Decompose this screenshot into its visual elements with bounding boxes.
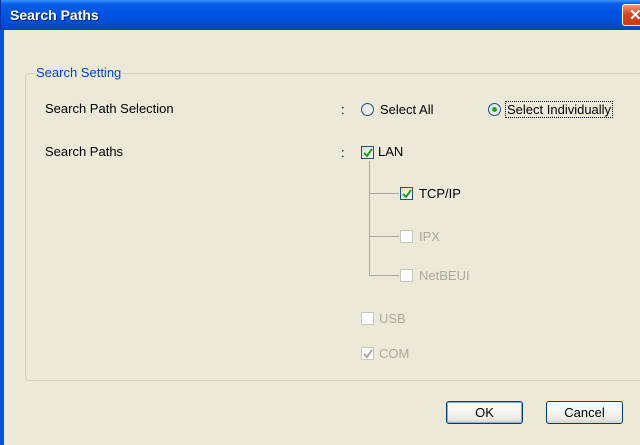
close-icon: ✕ — [629, 7, 640, 24]
select-all-radio[interactable] — [361, 103, 374, 116]
ipx-label: IPX — [419, 229, 440, 244]
tcpip-label[interactable]: TCP/IP — [419, 186, 461, 201]
search-paths-label: Search Paths — [45, 144, 124, 159]
netbeui-label: NetBEUI — [419, 268, 470, 283]
close-button[interactable]: ✕ — [622, 4, 640, 26]
usb-label: USB — [379, 311, 406, 326]
com-label: COM — [379, 346, 410, 361]
tree-branch — [369, 236, 399, 237]
lan-label[interactable]: LAN — [378, 144, 403, 159]
select-individually-radio[interactable] — [488, 103, 501, 116]
select-all-label[interactable]: Select All — [380, 102, 433, 117]
checkmark-icon — [363, 148, 373, 158]
tree-branch — [369, 275, 399, 276]
tree-line — [369, 161, 370, 275]
com-checkbox — [361, 347, 374, 360]
title-bar[interactable]: Search Paths — [0, 0, 640, 30]
ipx-checkbox — [400, 230, 413, 243]
usb-checkbox — [361, 312, 374, 325]
group-title: Search Setting — [34, 65, 124, 80]
checkmark-icon — [402, 189, 412, 199]
window-title: Search Paths — [10, 7, 99, 23]
tree-branch — [369, 193, 399, 194]
cancel-button[interactable]: Cancel — [546, 401, 623, 424]
search-setting-group — [25, 73, 640, 381]
checkmark-icon — [363, 349, 373, 359]
search-path-selection-label: Search Path Selection — [45, 101, 174, 116]
lan-checkbox[interactable] — [361, 146, 374, 159]
ok-button[interactable]: OK — [446, 401, 523, 424]
netbeui-checkbox — [400, 269, 413, 282]
paths-colon: : — [341, 145, 345, 160]
window-frame — [0, 30, 4, 445]
tcpip-checkbox[interactable] — [400, 187, 413, 200]
select-individually-label[interactable]: Select Individually — [505, 101, 614, 118]
selection-colon: : — [341, 102, 345, 117]
